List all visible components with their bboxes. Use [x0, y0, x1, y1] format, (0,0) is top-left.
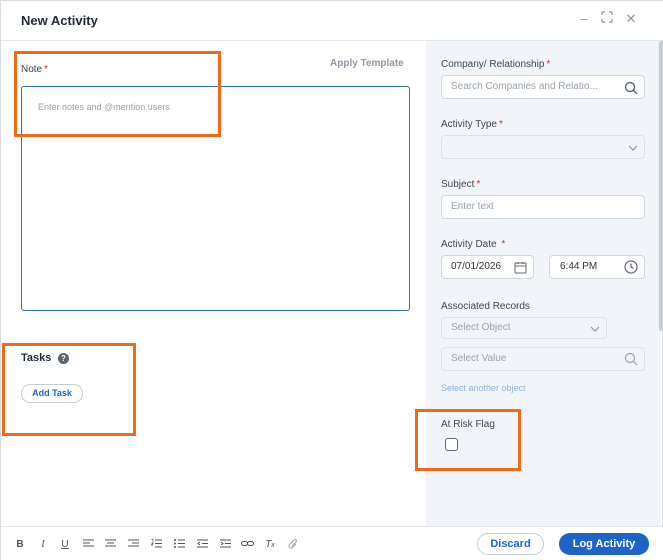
- dialog-title: New Activity: [21, 13, 98, 28]
- subject-input[interactable]: Enter text: [441, 195, 645, 219]
- apply-template-link[interactable]: Apply Template: [330, 58, 404, 69]
- company-search-input[interactable]: Search Companies and Relatio...: [441, 75, 645, 99]
- italic-button[interactable]: I: [36, 539, 50, 551]
- company-label: Company/ Relationship *: [441, 59, 551, 70]
- ordered-list-icon[interactable]: [149, 539, 163, 551]
- log-activity-button[interactable]: Log Activity: [559, 533, 649, 555]
- align-left-icon[interactable]: [81, 539, 95, 551]
- maximize-icon[interactable]: [599, 11, 615, 27]
- bold-button[interactable]: B: [13, 539, 27, 551]
- outdent-icon[interactable]: [195, 539, 209, 551]
- activity-type-label: Activity Type *: [441, 119, 503, 130]
- align-right-icon[interactable]: [126, 539, 140, 551]
- activity-date-label: Activity Date *: [441, 239, 506, 250]
- minimize-icon[interactable]: –: [576, 11, 592, 27]
- note-placeholder: Enter notes and @mention users: [38, 102, 170, 112]
- close-icon[interactable]: ✕: [623, 11, 639, 27]
- select-another-object-link[interactable]: Select another object: [441, 383, 526, 393]
- select-object-dropdown[interactable]: Select Object: [441, 317, 607, 339]
- activity-time-input[interactable]: 6:44 PM: [549, 255, 645, 279]
- left-panel: Note * Apply Template Enter notes and @me…: [1, 41, 426, 526]
- search-icon: [624, 76, 638, 98]
- clear-format-icon[interactable]: Tx: [263, 539, 277, 551]
- help-icon[interactable]: ?: [58, 353, 69, 364]
- bullet-list-icon[interactable]: [172, 539, 186, 551]
- indent-icon[interactable]: [218, 539, 232, 551]
- associated-records-label: Associated Records: [441, 301, 530, 312]
- calendar-icon[interactable]: [514, 256, 527, 278]
- clock-icon[interactable]: [624, 256, 638, 278]
- right-panel: Company/ Relationship * Search Companies …: [426, 41, 661, 526]
- align-center-icon[interactable]: [103, 539, 117, 551]
- select-value-input[interactable]: Select Value: [441, 347, 645, 371]
- dialog-footer: B I U Tx Discard Log Activity: [1, 526, 663, 560]
- attachment-icon[interactable]: [286, 539, 300, 551]
- at-risk-checkbox[interactable]: [445, 438, 458, 451]
- search-icon: [624, 348, 638, 370]
- discard-button[interactable]: Discard: [477, 533, 544, 555]
- link-icon[interactable]: [240, 539, 254, 551]
- chevron-down-icon: [590, 318, 600, 338]
- underline-button[interactable]: U: [58, 539, 72, 551]
- at-risk-flag-label: At Risk Flag: [441, 419, 495, 430]
- new-activity-dialog: New Activity – ✕ Note * Apply Template En…: [0, 0, 663, 560]
- scrollbar[interactable]: [659, 41, 663, 331]
- note-editor[interactable]: Enter notes and @mention users: [21, 86, 410, 311]
- tasks-title: Tasks: [21, 352, 52, 364]
- chevron-down-icon: [628, 136, 638, 158]
- activity-type-select[interactable]: [441, 135, 645, 159]
- note-label: Note *: [21, 64, 49, 75]
- dialog-header: New Activity – ✕: [1, 1, 663, 41]
- subject-label: Subject *: [441, 179, 481, 190]
- add-task-button[interactable]: Add Task: [21, 384, 83, 403]
- activity-date-input[interactable]: 07/01/2026: [441, 255, 534, 279]
